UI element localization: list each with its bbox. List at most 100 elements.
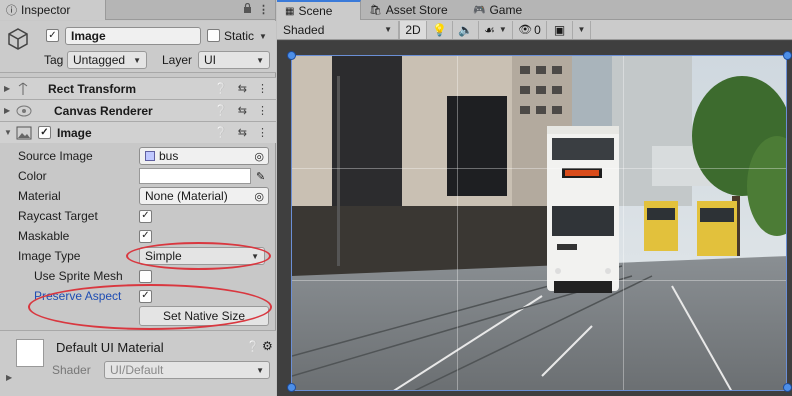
tab-scene[interactable]: ▦ Scene — [277, 0, 361, 20]
target-icon[interactable]: ◎ — [254, 190, 264, 203]
set-native-size-button[interactable]: Set Native Size — [139, 306, 269, 326]
tab-asset-store[interactable]: 🛍 Asset Store — [361, 0, 456, 20]
expand-arrow-icon[interactable]: ▶ — [4, 84, 16, 93]
tab-game[interactable]: 🎮 Game — [465, 0, 530, 20]
layer-dropdown[interactable]: UI ▼ — [198, 51, 270, 69]
canvas-renderer-controls: ❔ ⇆ ⋮ — [214, 104, 268, 117]
source-image-row: Source Image bus ◎ — [0, 146, 276, 166]
image-type-dropdown[interactable]: Simple ▼ — [139, 247, 265, 265]
scene-panel: ▦ Scene 🛍 Asset Store 🎮 Game Shaded ▼ 2D… — [277, 0, 792, 396]
image-component-header[interactable]: ▼ ✓ Image ❔ ⇆ ⋮ — [0, 121, 276, 143]
tab-scene-label: Scene — [298, 4, 333, 18]
scene-visibility-toggle[interactable]: 👁 0 — [513, 20, 547, 39]
image-component-icon — [16, 126, 32, 139]
rect-transform-icon — [18, 82, 28, 95]
street-scene-illustration — [292, 56, 786, 390]
image-enabled-checkbox[interactable]: ✓ — [38, 126, 51, 139]
material-value: None (Material) — [145, 189, 228, 203]
tab-inspector[interactable]: ⓘ Inspector — [0, 0, 106, 20]
maskable-label: Maskable — [18, 229, 70, 243]
eyedropper-icon[interactable]: ✎ — [256, 170, 265, 183]
help-icon[interactable]: ❔ — [214, 104, 228, 117]
kebab-menu-icon[interactable]: ⋮ — [257, 82, 268, 95]
active-checkbox[interactable]: ✓ — [46, 29, 59, 42]
shading-mode-dropdown[interactable]: Shaded ▼ — [277, 20, 399, 39]
tab-game-label: Game — [489, 3, 523, 17]
object-name-field[interactable]: Image — [65, 27, 201, 45]
canvas-renderer-title: Canvas Renderer — [54, 103, 153, 118]
help-icon[interactable]: ❔ — [214, 82, 228, 95]
raycast-target-row: Raycast Target ✓ — [0, 206, 276, 226]
scene-viewport[interactable] — [277, 41, 792, 396]
set-native-size-label: Set Native Size — [162, 309, 246, 323]
chevron-down-icon: ▼ — [384, 25, 392, 34]
static-checkbox[interactable] — [207, 29, 220, 42]
use-sprite-mesh-checkbox[interactable] — [139, 269, 152, 283]
resize-handle-top-left[interactable] — [287, 51, 296, 60]
resize-handle-bottom-left[interactable] — [287, 383, 296, 392]
canvas-renderer-header[interactable]: ▶ Canvas Renderer ❔ ⇆ ⋮ — [0, 99, 276, 121]
raycast-target-checkbox[interactable]: ✓ — [139, 209, 152, 223]
chevron-down-icon: ▼ — [577, 25, 586, 34]
color-swatch[interactable] — [139, 168, 251, 184]
tag-value: Untagged — [73, 53, 126, 67]
tag-dropdown[interactable]: Untagged ▼ — [67, 51, 147, 69]
chevron-down-icon: ▼ — [133, 55, 141, 65]
inspector-tab-bar: ⓘ Inspector ⋮ — [0, 0, 275, 20]
toggle-2d-label: 2D — [405, 22, 421, 37]
tag-label: Tag — [44, 53, 64, 67]
color-label: Color — [18, 169, 47, 183]
help-icon[interactable]: ❔ — [214, 126, 228, 139]
settings-sliders-icon[interactable]: ⇆ — [238, 126, 247, 139]
audio-icon: 🔈 — [458, 22, 473, 37]
resize-handle-bottom-right[interactable] — [783, 383, 792, 392]
shading-mode-value: Shaded — [283, 22, 325, 37]
canvas-renderer-icon — [16, 105, 32, 116]
kebab-menu-icon[interactable]: ⋮ — [258, 3, 269, 16]
effects-toggle[interactable]: ☙ ▼ — [479, 20, 513, 39]
settings-sliders-icon[interactable]: ⇆ — [238, 82, 247, 95]
expand-arrow-icon[interactable]: ▶ — [6, 373, 12, 382]
collapse-arrow-icon[interactable]: ▼ — [4, 128, 16, 137]
lighting-toggle[interactable]: 💡 — [427, 20, 453, 39]
material-field[interactable]: None (Material) ◎ — [139, 187, 269, 205]
editor-root: ⓘ Inspector ⋮ ✓ Image Static ▼ Tag Untag… — [0, 0, 792, 396]
kebab-menu-icon[interactable]: ⋮ — [257, 126, 268, 139]
toggle-2d-button[interactable]: 2D — [399, 20, 427, 39]
shader-dropdown[interactable]: UI/Default ▼ — [104, 361, 270, 379]
settings-gear-icon[interactable]: ⚙ — [262, 339, 273, 353]
maskable-row: Maskable ✓ — [0, 226, 276, 246]
effects-icon: ☙ — [484, 22, 495, 37]
tab-asset-store-label: Asset Store — [385, 3, 448, 17]
chevron-down-icon[interactable]: ▼ — [259, 32, 267, 41]
resize-handle-top-right[interactable] — [783, 51, 792, 60]
use-sprite-mesh-label: Use Sprite Mesh — [34, 269, 123, 283]
preserve-aspect-checkbox[interactable]: ✓ — [139, 289, 152, 303]
target-icon[interactable]: ◎ — [254, 150, 264, 163]
material-preview-swatch — [16, 339, 44, 367]
rect-transform-title: Rect Transform — [48, 81, 137, 96]
settings-sliders-icon[interactable]: ⇆ — [238, 104, 247, 117]
image-component-controls: ❔ ⇆ ⋮ — [214, 126, 268, 139]
lock-icon[interactable] — [243, 2, 252, 16]
maskable-checkbox[interactable]: ✓ — [139, 229, 152, 243]
gizmos-toggle[interactable]: ▣ — [547, 20, 573, 39]
scene-tab-bar: ▦ Scene 🛍 Asset Store 🎮 Game — [277, 0, 792, 20]
layer-label: Layer — [162, 53, 193, 67]
rect-transform-header[interactable]: ▶ Rect Transform ❔ ⇆ ⋮ — [0, 77, 276, 99]
image-type-row: Image Type Simple ▼ — [0, 246, 276, 266]
source-image-field[interactable]: bus ◎ — [139, 147, 269, 165]
kebab-menu-icon[interactable]: ⋮ — [257, 104, 268, 117]
scene-tab-icon: ▦ — [285, 5, 295, 17]
gizmos-menu-dropdown[interactable]: ▼ — [573, 20, 591, 39]
help-icon[interactable]: ❔ — [246, 340, 260, 353]
raycast-target-label: Raycast Target — [18, 209, 98, 223]
source-image-value: bus — [159, 149, 179, 163]
chevron-down-icon: ▼ — [256, 55, 264, 65]
gameobject-header: ✓ Image Static ▼ Tag Untagged ▼ Layer UI ▼ — [0, 21, 276, 73]
street-photo-image[interactable] — [291, 55, 787, 391]
chevron-down-icon: ▼ — [498, 25, 507, 34]
expand-arrow-icon[interactable]: ▶ — [4, 106, 16, 115]
material-label: Material — [18, 189, 61, 203]
audio-toggle[interactable]: 🔈 — [453, 20, 479, 39]
